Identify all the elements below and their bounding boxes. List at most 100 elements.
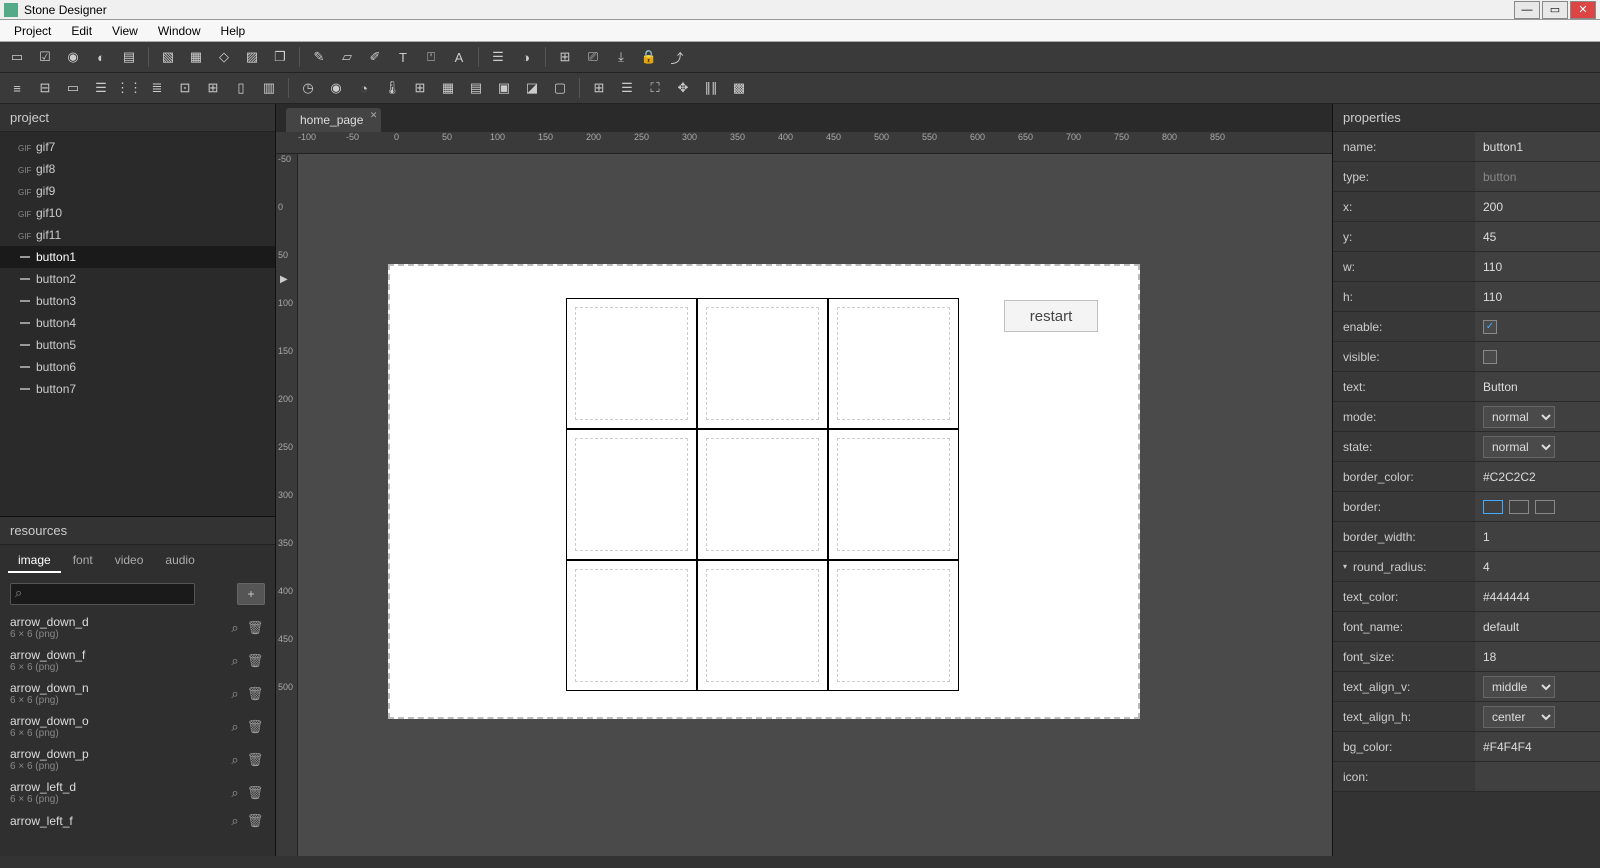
menu-edit[interactable]: Edit — [61, 22, 102, 40]
add-resource-button[interactable]: + — [237, 583, 265, 605]
grid-cell[interactable] — [697, 298, 828, 429]
tree-item-button4[interactable]: button4 — [0, 312, 275, 334]
resource-item[interactable]: arrow_down_o6 × 6 (png)⌕🗑 — [10, 710, 265, 743]
tree-item-button6[interactable]: button6 — [0, 356, 275, 378]
prop-input[interactable] — [1483, 260, 1592, 274]
search-input[interactable] — [10, 583, 195, 605]
tool-btn-rect-icon[interactable]: ▱ — [336, 46, 358, 68]
resource-item[interactable]: arrow_down_f6 × 6 (png)⌕🗑 — [10, 644, 265, 677]
tool-btn-screen2-icon[interactable]: ⊞ — [202, 77, 224, 99]
tool-btn-radio-icon[interactable]: ◉ — [62, 46, 84, 68]
restart-button[interactable]: restart — [1004, 300, 1098, 332]
tree-item-button7[interactable]: button7 — [0, 378, 275, 400]
tool-btn-image-icon[interactable]: ▧ — [157, 46, 179, 68]
delete-resource-icon[interactable]: 🗑 — [245, 719, 265, 735]
tool-btn-copy-icon[interactable]: ❐ — [269, 46, 291, 68]
border-swatch[interactable] — [1509, 500, 1529, 514]
tool-btn-table-icon[interactable]: ⊞ — [409, 77, 431, 99]
grid-cell[interactable] — [828, 560, 959, 691]
prop-input[interactable] — [1483, 560, 1592, 574]
tool-btn-phone-icon[interactable]: ▯ — [230, 77, 252, 99]
grid-cell[interactable] — [566, 298, 697, 429]
tool-btn-grid-icon[interactable]: ⊞ — [554, 46, 576, 68]
resource-item[interactable]: arrow_down_d6 × 6 (png)⌕🗑 — [10, 611, 265, 644]
grid-cell[interactable] — [697, 560, 828, 691]
view-resource-icon[interactable]: ⌕ — [225, 686, 245, 702]
tool-btn-sliders-icon[interactable]: ☰ — [487, 46, 509, 68]
prop-select[interactable]: normal — [1483, 436, 1555, 458]
expand-arrow-icon[interactable]: ▶ — [280, 274, 288, 285]
tool-btn-pen-icon[interactable]: ✐ — [364, 46, 386, 68]
view-resource-icon[interactable]: ⌕ — [225, 785, 245, 801]
prop-input[interactable] — [1483, 290, 1592, 304]
canvas-area[interactable]: -50050100150200250300350400450500 ▶ — [276, 154, 1332, 856]
delete-resource-icon[interactable]: 🗑 — [245, 785, 265, 801]
tree-item-button2[interactable]: button2 — [0, 268, 275, 290]
tool-btn-list-icon[interactable]: ☰ — [90, 77, 112, 99]
tool-btn-font-icon[interactable]: A — [448, 46, 470, 68]
tree-item-button1[interactable]: button1 — [0, 246, 275, 268]
resource-item[interactable]: arrow_left_d6 × 6 (png)⌕🗑 — [10, 776, 265, 809]
prop-input[interactable] — [1483, 380, 1592, 394]
tool-btn-contrast-icon[interactable]: ◑ — [515, 46, 537, 68]
view-resource-icon[interactable]: ⌕ — [225, 653, 245, 669]
resource-item[interactable]: arrow_down_n6 × 6 (png)⌕🗑 — [10, 677, 265, 710]
tool-btn-grid2-icon[interactable]: ⊞ — [588, 77, 610, 99]
tool-btn-move-icon[interactable]: ✥ — [672, 77, 694, 99]
res-tab-image[interactable]: image — [8, 549, 61, 573]
grid-cell[interactable] — [566, 429, 697, 560]
view-resource-icon[interactable]: ⌕ — [225, 620, 245, 636]
tree-item-button5[interactable]: button5 — [0, 334, 275, 356]
tool-btn-panel-icon[interactable]: ▤ — [118, 46, 140, 68]
tool-btn-gauge1-icon[interactable]: ◉ — [325, 77, 347, 99]
tree-item-gif11[interactable]: GIFgif11 — [0, 224, 275, 246]
tool-btn-button-icon[interactable]: ▭ — [6, 46, 28, 68]
prop-input[interactable] — [1483, 200, 1592, 214]
prop-input[interactable] — [1483, 470, 1592, 484]
tree-item-gif9[interactable]: GIFgif9 — [0, 180, 275, 202]
tool-btn-label-icon[interactable]: ⍞ — [420, 46, 442, 68]
tool-btn-tab-icon[interactable]: ⊟ — [34, 77, 56, 99]
grid-cell[interactable] — [697, 429, 828, 560]
menu-window[interactable]: Window — [148, 22, 211, 40]
tool-btn-export-icon[interactable]: ⤴ — [666, 46, 688, 68]
tool-btn-check-icon[interactable]: ☑ — [34, 46, 56, 68]
chevron-down-icon[interactable]: ▾ — [1343, 562, 1347, 571]
tool-btn-download-icon[interactable]: ⤓ — [610, 46, 632, 68]
view-resource-icon[interactable]: ⌕ — [225, 719, 245, 735]
tree-item-button3[interactable]: button3 — [0, 290, 275, 312]
prop-input[interactable] — [1483, 230, 1592, 244]
prop-input[interactable] — [1483, 590, 1592, 604]
tool-btn-toggle-icon[interactable]: ◐ — [90, 46, 112, 68]
tool-btn-svg-icon[interactable]: ◇ — [213, 46, 235, 68]
grid-cell[interactable] — [828, 429, 959, 560]
delete-resource-icon[interactable]: 🗑 — [245, 653, 265, 669]
tool-btn-qr-icon[interactable]: ▩ — [728, 77, 750, 99]
tool-btn-cols-icon[interactable]: ▦ — [437, 77, 459, 99]
resource-item[interactable]: arrow_left_f⌕🗑 — [10, 809, 265, 833]
tool-btn-crop-icon[interactable]: ⛶ — [644, 77, 666, 99]
tool-btn-bullets-icon[interactable]: ⋮⋮ — [118, 77, 140, 99]
tool-btn-gauge2-icon[interactable]: ◔ — [353, 77, 375, 99]
delete-resource-icon[interactable]: 🗑 — [245, 752, 265, 768]
tool-btn-screen1-icon[interactable]: ⊡ — [174, 77, 196, 99]
menu-project[interactable]: Project — [4, 22, 61, 40]
prop-select[interactable]: normal — [1483, 406, 1555, 428]
res-tab-audio[interactable]: audio — [155, 549, 204, 573]
res-tab-video[interactable]: video — [105, 549, 154, 573]
view-resource-icon[interactable]: ⌕ — [225, 813, 245, 829]
tool-btn-splitv-icon[interactable]: ▥ — [258, 77, 280, 99]
prop-input[interactable] — [1483, 740, 1592, 754]
menu-help[interactable]: Help — [211, 22, 256, 40]
grid-cell[interactable] — [566, 560, 697, 691]
tool-btn-card-icon[interactable]: ▭ — [62, 77, 84, 99]
maximize-button[interactable]: ▭ — [1542, 1, 1568, 19]
tool-btn-align-icon[interactable]: ≡ — [6, 77, 28, 99]
tool-btn-rows-icon[interactable]: ☰ — [616, 77, 638, 99]
tool-btn-color-icon[interactable]: ▨ — [241, 46, 263, 68]
tool-btn-split-icon[interactable]: ▤ — [465, 77, 487, 99]
tree-item-gif10[interactable]: GIFgif10 — [0, 202, 275, 224]
view-resource-icon[interactable]: ⌕ — [225, 752, 245, 768]
tool-btn-clock-icon[interactable]: ◷ — [297, 77, 319, 99]
res-tab-font[interactable]: font — [63, 549, 103, 573]
